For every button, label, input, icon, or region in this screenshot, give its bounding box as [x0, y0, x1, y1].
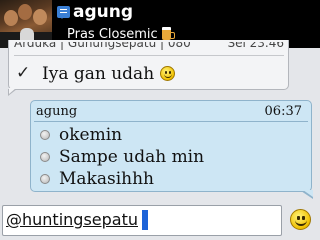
bullet-icon [40, 174, 50, 184]
bullet-icon [40, 130, 50, 140]
bubble-tail [8, 88, 17, 96]
bbm-chat-icon-line [60, 9, 67, 10]
smiley-icon[interactable] [290, 209, 311, 230]
divider [34, 121, 308, 122]
message-sender: Arduka | Gunungsepatu | 080 [14, 42, 191, 50]
smiley-icon [159, 66, 175, 81]
message-input-text[interactable]: @huntingsepatu [6, 206, 138, 234]
list-item: Sampe udah min [38, 146, 298, 168]
list-item: Makasihhh [38, 168, 298, 190]
message-text: okemin [59, 125, 123, 145]
outgoing-message-header: Arduka | Gunungsepatu | 080 Sel 23.46 [14, 42, 284, 55]
bubble-tail [301, 190, 313, 199]
divider [14, 55, 284, 56]
bbm-chat-icon [57, 6, 70, 19]
delivered-check-icon: ✓ [16, 63, 31, 83]
text-caret [142, 210, 148, 230]
message-text: Makasihhh [59, 169, 154, 189]
message-text: Sampe udah min [59, 147, 205, 167]
beer-icon [161, 27, 175, 40]
message-time: Sel 23.46 [227, 42, 284, 50]
avatar-face [4, 10, 18, 26]
bullet-icon [40, 152, 50, 162]
message-text: Iya gan udah [42, 64, 155, 84]
message-time: 06:37 [264, 104, 302, 119]
contact-name: agung [73, 2, 134, 22]
message-sender: agung [36, 104, 78, 119]
list-item: okemin [38, 124, 298, 146]
outgoing-message-line: Iya gan udah [42, 63, 175, 85]
avatar-face [33, 9, 47, 25]
bbm-chat-icon-line [60, 12, 67, 13]
avatar-face [18, 4, 32, 20]
